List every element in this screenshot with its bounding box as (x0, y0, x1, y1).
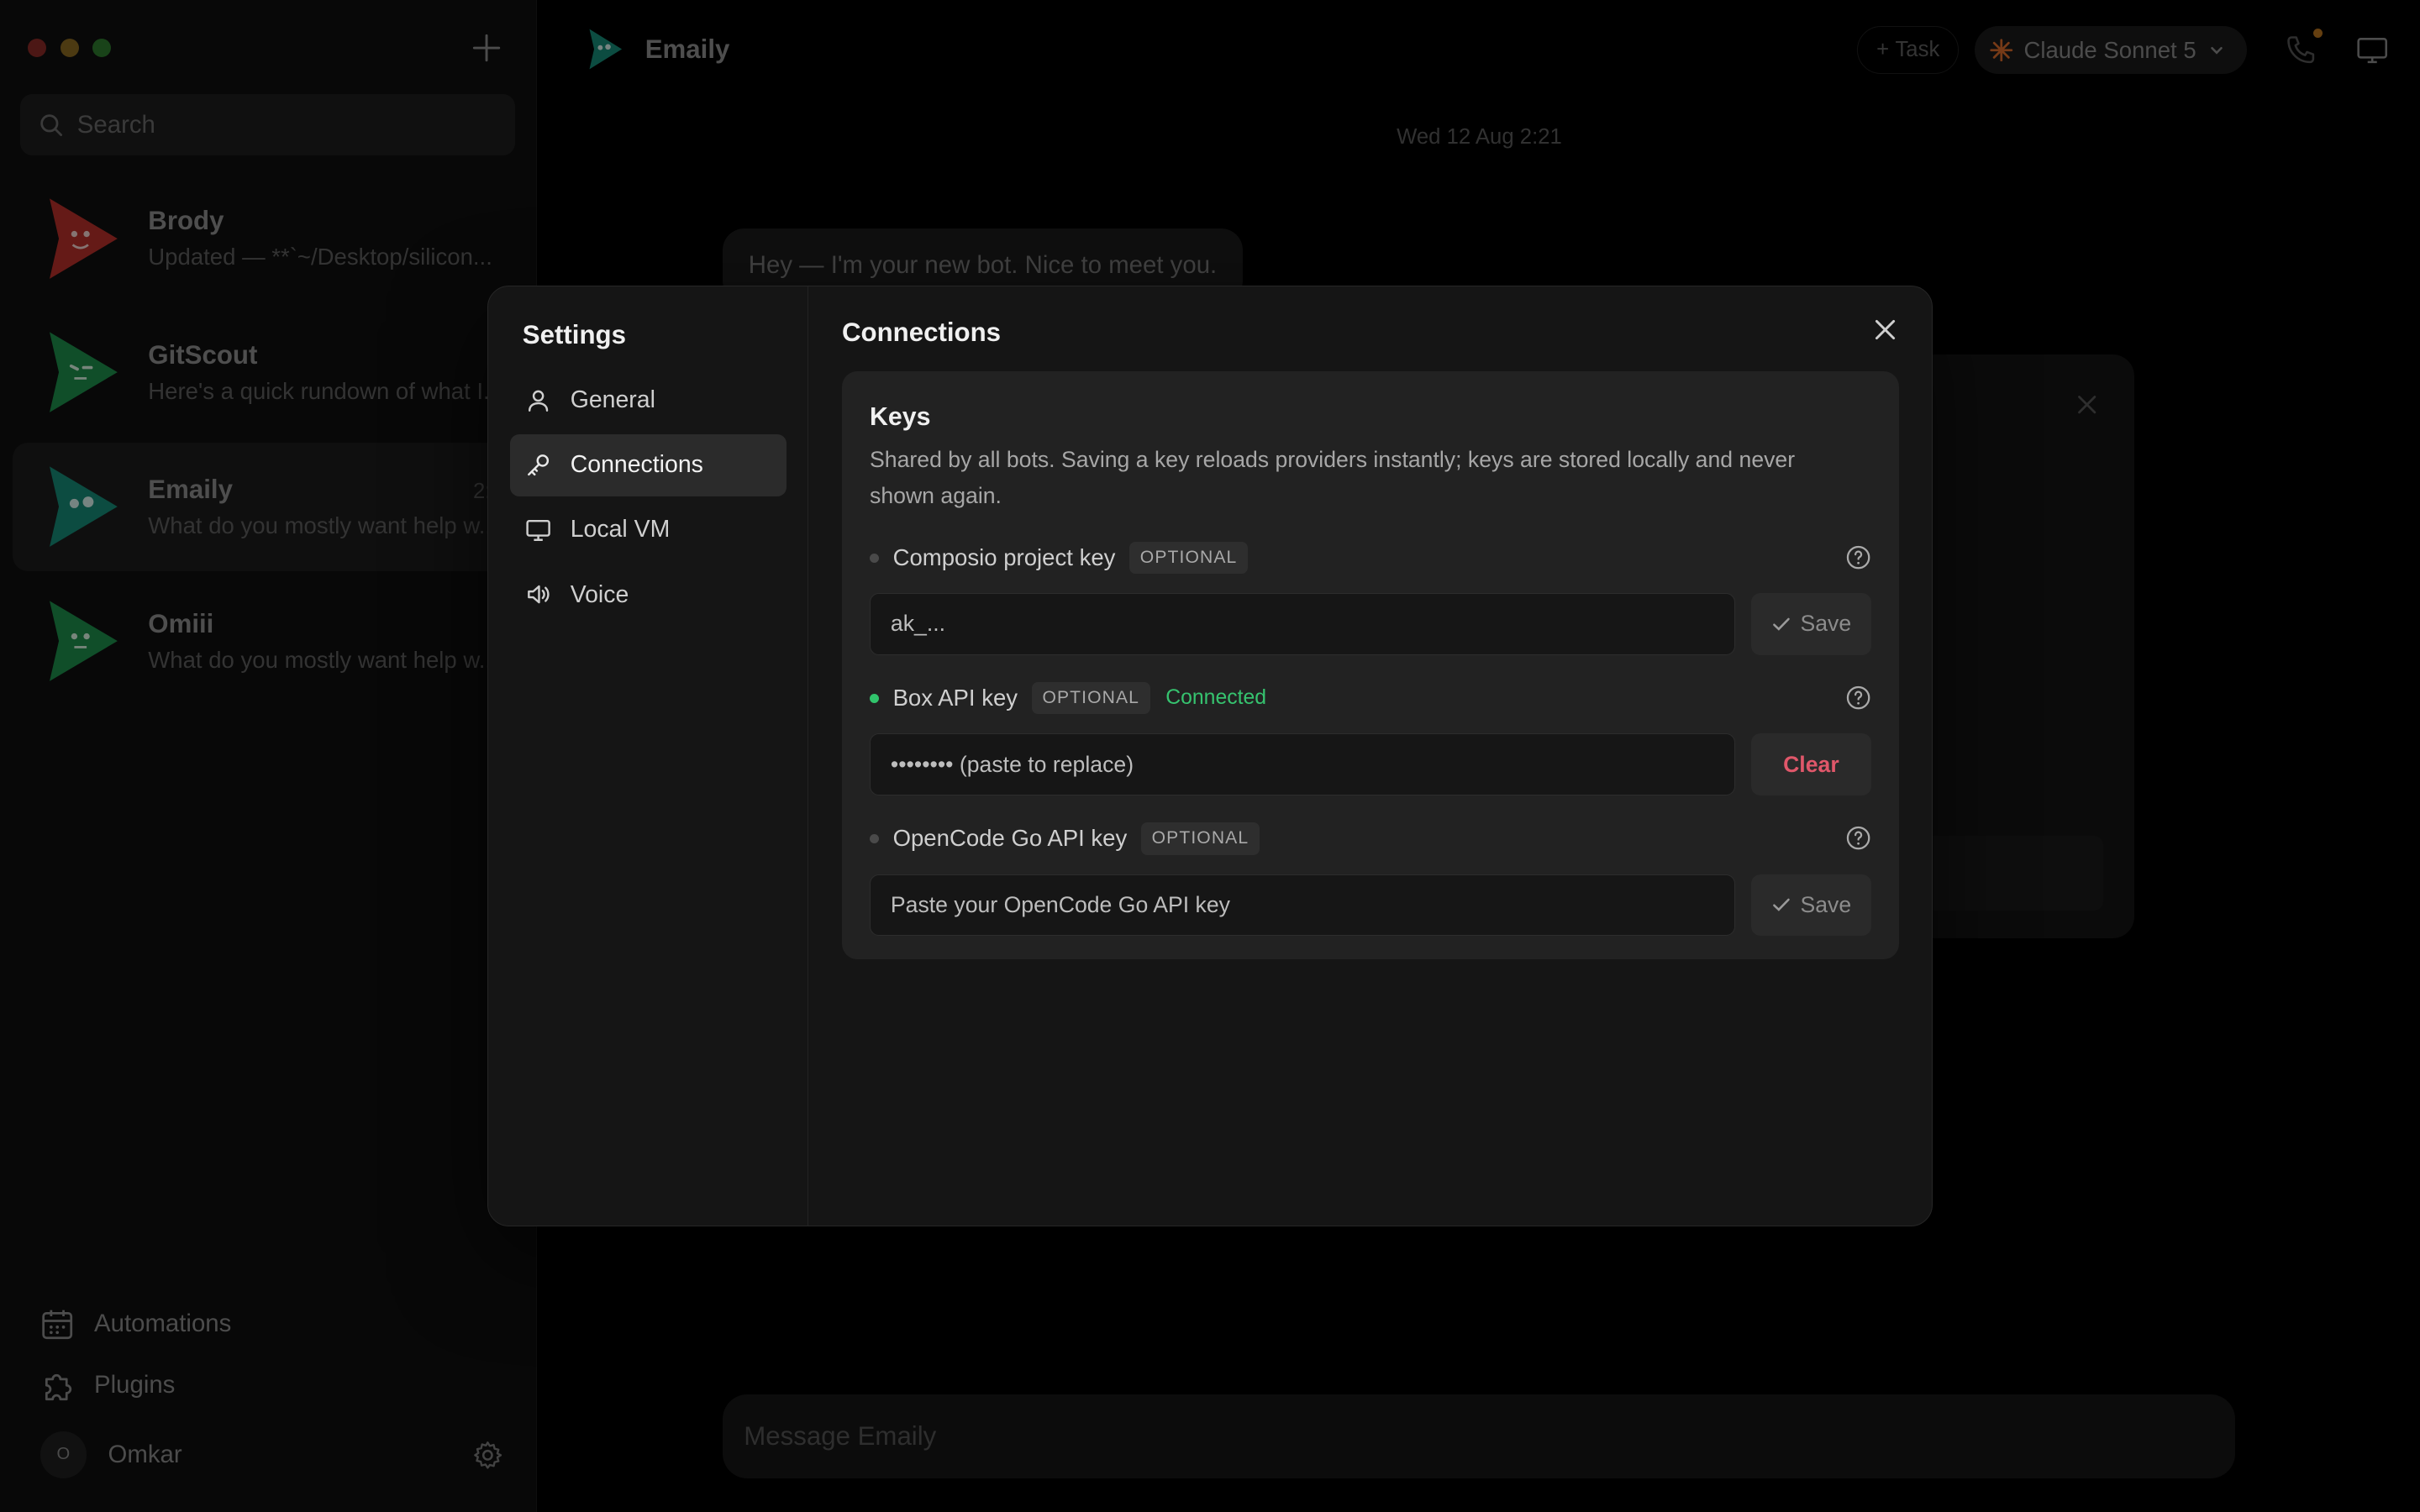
check-icon (1772, 617, 1790, 631)
nav-item-voice[interactable]: Voice (510, 564, 786, 625)
monitor-icon (526, 520, 551, 542)
optional-badge: OPTIONAL (1128, 541, 1249, 575)
user-icon (529, 390, 549, 412)
optional-badge: OPTIONAL (1140, 822, 1260, 855)
nav-label: Connections (570, 451, 703, 479)
nav-item-local-vm[interactable]: Local VM (510, 499, 786, 560)
app-window: Search Brody Updated — **`~/Desktop/sili… (0, 0, 2420, 1512)
key-row-composio: Composio project key OPTIONAL ak_... Sav… (870, 541, 1872, 655)
key-label: Box API key (892, 685, 1018, 711)
keys-description: Shared by all bots. Saving a key reloads… (870, 447, 1796, 508)
section-title: Connections (841, 317, 1002, 347)
status-dot (870, 553, 880, 563)
key-row-opencode: OpenCode Go API key OPTIONAL Paste your … (870, 822, 1872, 936)
nav-label: Local VM (570, 516, 671, 543)
nav-label: Voice (570, 580, 629, 608)
box-key-input[interactable]: •••••••• (paste to replace) (870, 733, 1736, 795)
keys-card: Keys Shared by all bots. Saving a key re… (841, 370, 1900, 959)
settings-modal: Settings General Connections Local VM Vo… (487, 285, 1933, 1227)
help-icon[interactable] (1845, 544, 1871, 570)
optional-badge: OPTIONAL (1031, 681, 1150, 715)
connected-status: Connected (1165, 686, 1267, 710)
key-row-box: Box API key OPTIONAL Connected •••••••• … (870, 681, 1872, 795)
save-label: Save (1800, 891, 1852, 917)
opencode-key-input[interactable]: Paste your OpenCode Go API key (870, 874, 1736, 936)
speaker-icon (528, 585, 550, 604)
clear-button[interactable]: Clear (1750, 733, 1872, 795)
settings-title: Settings (522, 320, 626, 350)
key-label: OpenCode Go API key (892, 825, 1128, 852)
settings-nav: Settings General Connections Local VM Vo… (488, 286, 808, 1226)
settings-content: Connections Keys Shared by all bots. Sav… (809, 286, 1931, 1226)
nav-item-connections[interactable]: Connections (510, 434, 786, 496)
composio-key-input[interactable]: ak_... (870, 593, 1736, 655)
nav-label: General (570, 386, 655, 414)
save-button[interactable]: Save (1750, 874, 1872, 936)
close-icon[interactable] (1871, 316, 1899, 344)
key-label: Composio project key (892, 544, 1116, 571)
status-dot (870, 693, 880, 703)
status-dot (870, 833, 880, 843)
save-button[interactable]: Save (1750, 593, 1872, 655)
key-icon (528, 454, 550, 476)
nav-item-general[interactable]: General (510, 370, 786, 431)
help-icon[interactable] (1845, 825, 1871, 851)
save-label: Save (1800, 611, 1852, 637)
keys-title: Keys (870, 403, 931, 432)
help-icon[interactable] (1845, 685, 1871, 711)
check-icon (1772, 899, 1790, 912)
